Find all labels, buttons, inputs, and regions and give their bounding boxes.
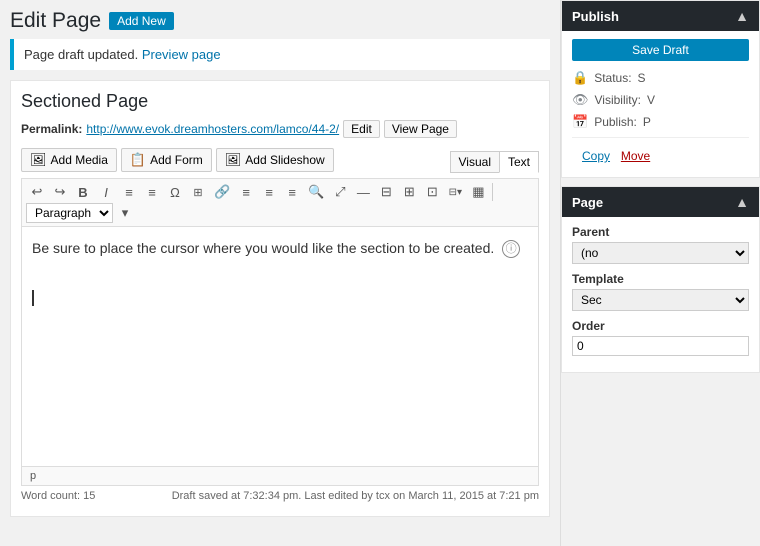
order-input[interactable] <box>572 336 749 356</box>
editor-box: Sectioned Page Permalink: http://www.evo… <box>10 80 550 517</box>
align-center-button[interactable]: ≡ <box>258 183 280 202</box>
parent-select[interactable]: (no <box>572 242 749 264</box>
preview-page-link[interactable]: Preview page <box>142 47 221 62</box>
page-panel-toggle[interactable]: ▲ <box>735 194 749 210</box>
visibility-icon: 👁 <box>572 92 589 108</box>
redo-button[interactable]: ↪ <box>49 182 71 202</box>
add-form-button[interactable]: 📋 Add Form <box>121 148 212 172</box>
editor-content: Be sure to place the cursor where you wo… <box>32 237 528 259</box>
bottom-bar: Word count: 15 Draft saved at 7:32:34 pm… <box>21 486 539 506</box>
grid3-button[interactable]: ⊟▾ <box>444 185 466 200</box>
schedule-row: 📅 Publish: P <box>572 111 749 133</box>
parent-field: Parent (no <box>572 225 749 264</box>
publish-panel: Publish ▲ Save Draft 🔒 Status: S 👁 Visib… <box>561 0 760 178</box>
sidebar: Publish ▲ Save Draft 🔒 Status: S 👁 Visib… <box>560 0 760 546</box>
cursor-info-icon: ⓘ <box>502 240 520 258</box>
hr-button[interactable]: — <box>352 183 374 202</box>
publish-panel-header: Publish ▲ <box>562 1 759 31</box>
format-list-button[interactable]: ⊟ <box>375 182 397 202</box>
unordered-list-button[interactable]: ≡ <box>118 183 140 202</box>
bold-button[interactable]: B <box>72 183 94 202</box>
grid2-button[interactable]: ⊡ <box>421 182 443 202</box>
notice-text: Page draft updated. <box>24 47 138 62</box>
template-field: Template Sec <box>572 272 749 311</box>
page-title: Edit Page <box>10 8 101 33</box>
tab-text[interactable]: Text <box>499 151 539 173</box>
table-button[interactable]: ⊞ <box>187 184 209 201</box>
text-cursor <box>32 290 34 306</box>
permalink-edit-button[interactable]: Edit <box>343 120 380 138</box>
update-notice: Page draft updated. Preview page <box>10 39 550 70</box>
add-slideshow-icon: 🖼 <box>225 152 242 168</box>
search-button[interactable]: 🔍 <box>304 182 328 202</box>
visibility-row: 👁 Visibility: V <box>572 89 749 111</box>
copy-link[interactable]: Copy <box>582 149 610 163</box>
move-link[interactable]: Move <box>621 149 650 163</box>
schedule-icon: 📅 <box>572 114 588 130</box>
post-title: Sectioned Page <box>21 91 539 112</box>
word-count: Word count: 15 <box>21 490 95 502</box>
editor-tabs: Visual Text <box>451 151 539 173</box>
view-page-button[interactable]: View Page <box>384 120 457 138</box>
link-button[interactable]: 🔗 <box>210 182 234 202</box>
more-button[interactable]: ▦ <box>467 182 489 202</box>
fullscreen-button[interactable]: ⤢ <box>329 182 351 202</box>
media-row: 🖼 Add Media 📋 Add Form 🖼 Add Slideshow <box>21 148 334 172</box>
align-left-button[interactable]: ≡ <box>235 183 257 202</box>
permalink-label: Permalink: <box>21 122 82 136</box>
add-form-icon: 📋 <box>130 152 146 168</box>
parent-label: Parent <box>572 225 749 239</box>
template-label: Template <box>572 272 749 286</box>
special-char-button[interactable]: Ω <box>164 183 186 202</box>
page-attributes-header: Page ▲ <box>562 187 759 217</box>
draft-status: Draft saved at 7:32:34 pm. Last edited b… <box>172 490 539 502</box>
add-new-button[interactable]: Add New <box>109 12 174 30</box>
italic-button[interactable]: I <box>95 183 117 202</box>
permalink-url[interactable]: http://www.evok.dreamhosters.com/lamco/4… <box>86 122 339 136</box>
grid-button[interactable]: ⊞ <box>398 182 420 202</box>
sidebar-links: Copy Move <box>572 142 749 169</box>
save-draft-button[interactable]: Save Draft <box>572 39 749 61</box>
add-slideshow-button[interactable]: 🖼 Add Slideshow <box>216 148 334 172</box>
publish-panel-body: Save Draft 🔒 Status: S 👁 Visibility: V 📅… <box>562 31 759 177</box>
status-row: 🔒 Status: S <box>572 67 749 89</box>
status-bar: p <box>21 467 539 486</box>
html-tag: p <box>30 470 36 482</box>
editor-area[interactable]: Be sure to place the cursor where you wo… <box>21 227 539 467</box>
align-right-button[interactable]: ≡ <box>281 183 303 202</box>
add-media-button[interactable]: 🖼 Add Media <box>21 148 117 172</box>
template-select[interactable]: Sec <box>572 289 749 311</box>
page-attributes-panel: Page ▲ Parent (no Template Sec Orde <box>561 186 760 373</box>
tab-visual[interactable]: Visual <box>450 151 500 173</box>
order-label: Order <box>572 319 749 333</box>
permalink-row: Permalink: http://www.evok.dreamhosters.… <box>21 120 539 138</box>
order-field: Order <box>572 319 749 356</box>
add-media-icon: 🖼 <box>30 152 47 168</box>
toolbar-separator <box>492 183 493 201</box>
publish-panel-toggle[interactable]: ▲ <box>735 8 749 24</box>
editor-toolbar: ↩ ↪ B I ≡ ≡ Ω ⊞ 🔗 ≡ ≡ ≡ 🔍 ⤢ — ⊟ ⊞ ⊡ ⊟▾ ▦ <box>21 178 539 227</box>
status-icon: 🔒 <box>572 70 588 86</box>
page-attributes-body: Parent (no Template Sec Order <box>562 217 759 372</box>
paragraph-format-select[interactable]: Paragraph <box>26 203 113 223</box>
ordered-list-button[interactable]: ≡ <box>141 183 163 202</box>
paragraph-dropdown[interactable]: ▾ <box>114 203 136 223</box>
undo-button[interactable]: ↩ <box>26 182 48 202</box>
sidebar-divider <box>572 137 749 138</box>
